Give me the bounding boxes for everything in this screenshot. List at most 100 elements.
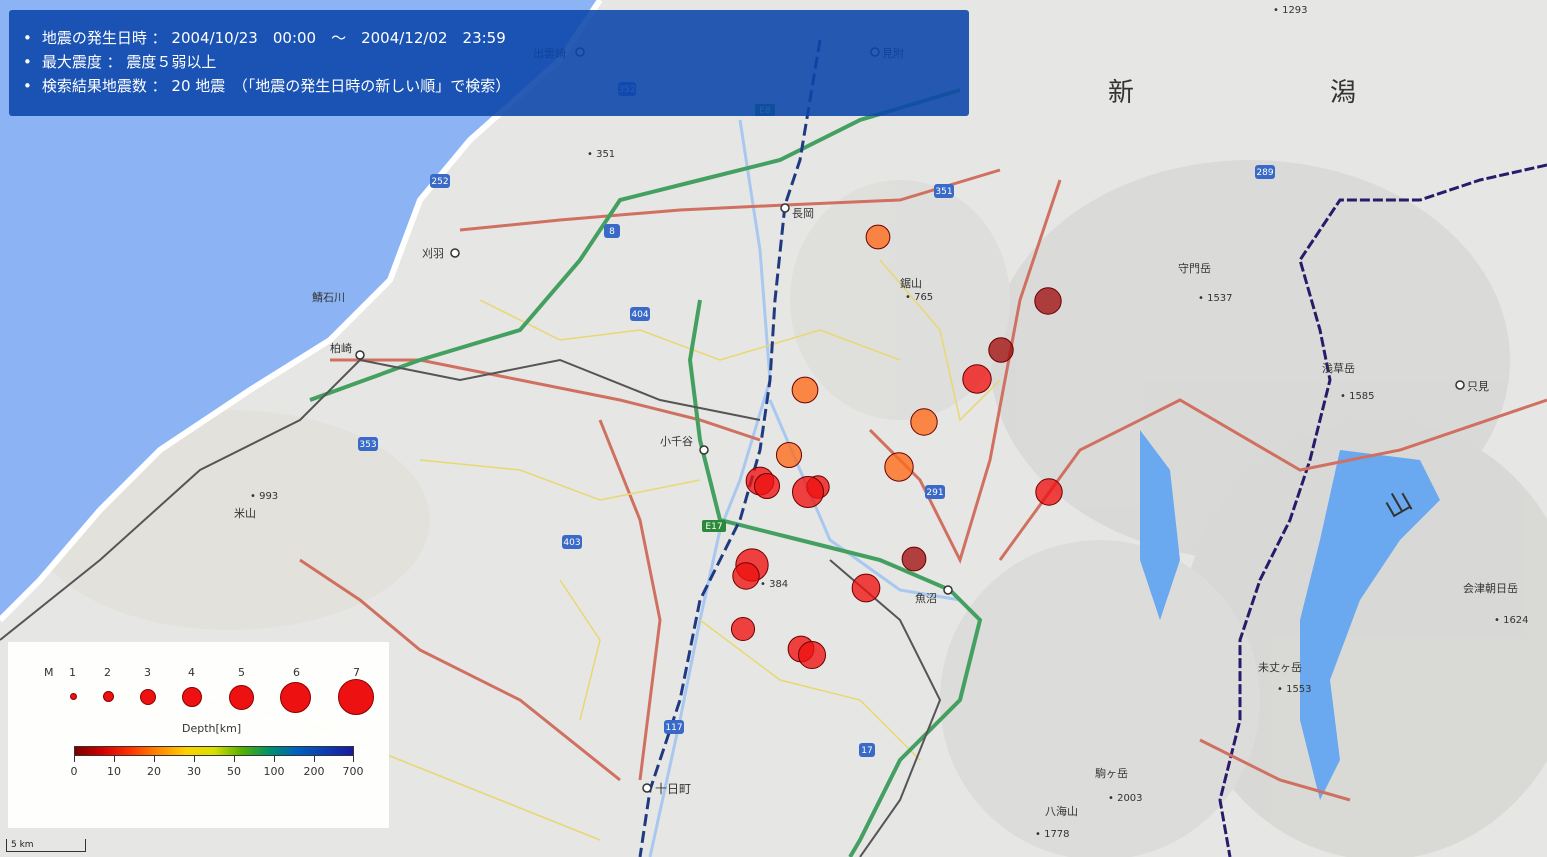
route-shield: 403 xyxy=(562,535,582,549)
magnitude-label: 7 xyxy=(353,666,360,679)
svg-text:289: 289 xyxy=(1256,168,1273,178)
mountain-label: 米山 xyxy=(234,507,256,520)
route-shield: 117 xyxy=(664,720,684,734)
earthquake-marker[interactable] xyxy=(910,408,938,436)
mountain-label: 会津朝日岳 xyxy=(1463,582,1518,595)
earthquake-marker[interactable] xyxy=(775,441,803,469)
route-shield: 351 xyxy=(934,184,954,198)
route-shield: 252 xyxy=(430,174,450,188)
magnitude-label: 3 xyxy=(144,666,151,679)
svg-text:404: 404 xyxy=(631,310,648,320)
svg-text:351: 351 xyxy=(935,187,952,197)
legend: M 1 2 3 4 5 6 7 Depth[km] 0 10 20 30 50 … xyxy=(8,642,389,828)
mountain-label: 守門岳 xyxy=(1178,261,1211,275)
depth-tick xyxy=(314,756,315,762)
elevation-label: • 384 xyxy=(760,579,788,590)
earthquake-marker[interactable] xyxy=(962,364,992,394)
depth-tick-label: 100 xyxy=(263,765,285,778)
depth-tick-label: 0 xyxy=(70,765,78,778)
route-shield: 17 xyxy=(859,743,875,757)
info-count: 検索結果地震数 ： 20 地震 （「地震の発生日時の新しい順」で検索） xyxy=(23,74,969,98)
magnitude-dot xyxy=(140,689,156,705)
earthquake-marker[interactable] xyxy=(865,224,891,250)
depth-tick-label: 50 xyxy=(227,765,241,778)
region-label: 新 xyxy=(1108,78,1134,108)
depth-tick xyxy=(194,756,195,762)
depth-tick xyxy=(154,756,155,762)
depth-color-bar xyxy=(74,746,354,756)
depth-tick-label: 200 xyxy=(303,765,325,778)
svg-text:17: 17 xyxy=(861,746,872,756)
place-label: 長岡 xyxy=(792,207,814,220)
earthquake-marker[interactable] xyxy=(730,616,756,642)
elevation-label: • 2003 xyxy=(1108,793,1143,804)
elevation-label: • 1553 xyxy=(1277,684,1312,695)
place-label: 刈羽 xyxy=(422,247,444,260)
svg-text:8: 8 xyxy=(609,227,615,237)
elevation-label: • 1624 xyxy=(1494,615,1529,626)
place-label: 只見 xyxy=(1467,380,1489,393)
search-info-panel: 地震の発生日時 ： 2004/10/23 00:00 ～ 2004/12/02 … xyxy=(9,10,969,116)
depth-tick xyxy=(353,756,354,762)
depth-tick xyxy=(74,756,75,762)
elevation-label: • 993 xyxy=(250,491,278,502)
magnitude-label: 4 xyxy=(188,666,195,679)
depth-tick xyxy=(274,756,275,762)
earthquake-marker[interactable] xyxy=(791,376,819,404)
depth-tick-label: 20 xyxy=(147,765,161,778)
svg-text:252: 252 xyxy=(431,177,448,187)
earthquake-marker[interactable] xyxy=(988,337,1014,363)
mountain-label: 未丈ヶ岳 xyxy=(1258,661,1302,674)
elevation-label: • 1778 xyxy=(1035,829,1070,840)
depth-tick xyxy=(234,756,235,762)
elevation-label: • 1537 xyxy=(1198,293,1233,304)
place-label: 小千谷 xyxy=(660,435,693,448)
magnitude-dot xyxy=(338,679,374,715)
depth-tick-label: 10 xyxy=(107,765,121,778)
scale-label: 5 km xyxy=(11,840,34,850)
earthquake-marker[interactable] xyxy=(791,475,825,509)
earthquake-marker[interactable] xyxy=(851,573,881,603)
mountain-label: 駒ヶ岳 xyxy=(1095,767,1128,780)
earthquake-marker[interactable] xyxy=(732,562,760,590)
earthquake-marker[interactable] xyxy=(1034,287,1062,315)
route-shield: E17 xyxy=(702,520,726,532)
river-label: 鯖石川 xyxy=(312,290,345,304)
magnitude-dot xyxy=(182,687,202,707)
route-shield: 353 xyxy=(358,437,378,451)
place-label: 柏崎 xyxy=(330,341,352,355)
earthquake-marker[interactable] xyxy=(797,640,827,670)
magnitude-label: 6 xyxy=(293,666,300,679)
elevation-label: • 1585 xyxy=(1340,391,1375,402)
earthquake-marker[interactable] xyxy=(1035,478,1063,506)
earthquake-marker[interactable] xyxy=(901,546,927,572)
depth-tick xyxy=(114,756,115,762)
scale-bar: 5 km xyxy=(6,839,86,852)
svg-text:403: 403 xyxy=(563,538,580,548)
depth-tick-label: 700 xyxy=(342,765,364,778)
svg-text:291: 291 xyxy=(926,488,943,498)
region-label: 潟 xyxy=(1330,78,1356,108)
svg-text:E17: E17 xyxy=(705,522,722,532)
elevation-label: • 765 xyxy=(905,292,933,303)
magnitude-dot xyxy=(280,682,311,713)
mountain-label: 浅草岳 xyxy=(1322,362,1355,375)
magnitude-dot xyxy=(103,691,114,702)
magnitude-header: M xyxy=(44,666,54,679)
place-label: 魚沼 xyxy=(915,591,937,605)
magnitude-label: 5 xyxy=(238,666,245,679)
elevation-label: • 1293 xyxy=(1273,5,1308,16)
place-label: 十日町 xyxy=(655,782,691,796)
route-shield: 289 xyxy=(1255,165,1275,179)
earthquake-marker[interactable] xyxy=(884,452,914,482)
svg-text:117: 117 xyxy=(665,723,682,733)
elevation-label: • 351 xyxy=(587,149,615,160)
magnitude-dot xyxy=(70,693,77,700)
magnitude-label: 1 xyxy=(69,666,76,679)
route-shield: 8 xyxy=(604,224,620,238)
earthquake-marker[interactable] xyxy=(753,472,781,500)
mountain-label: 八海山 xyxy=(1045,804,1078,818)
info-period: 地震の発生日時 ： 2004/10/23 00:00 ～ 2004/12/02 … xyxy=(23,26,969,50)
magnitude-dot xyxy=(229,685,254,710)
info-max-intensity: 最大震度 ： 震度５弱以上 xyxy=(23,50,969,74)
